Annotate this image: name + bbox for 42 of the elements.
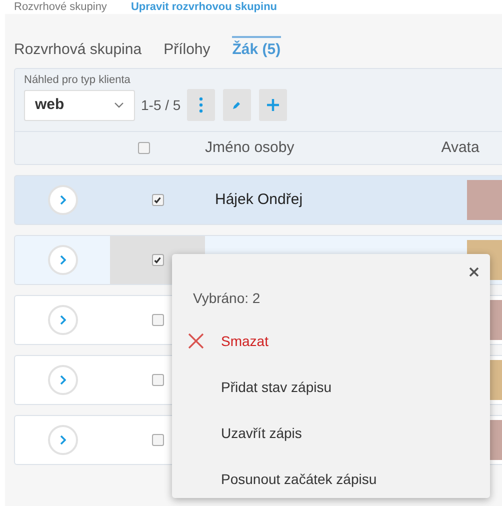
menu-item[interactable]: Posunout začátek zápisu [187,456,377,502]
pencil-icon [232,100,242,110]
edit-button[interactable] [222,89,251,121]
breadcrumb-item[interactable]: Rozvrhové skupiny [14,2,107,12]
chevron-right-icon [60,375,66,385]
expand-button[interactable] [48,305,78,335]
chevron-right-icon [60,435,66,445]
delete-icon [187,332,205,350]
selection-count: Vybráno: 2 [193,289,260,308]
add-button[interactable] [258,89,287,121]
close-button[interactable] [468,266,480,278]
chevron-right-icon [60,315,66,325]
person-name: Hájek Ondřej [215,191,303,208]
more-icon [198,97,203,113]
column-header: Avata [441,138,480,158]
tab[interactable]: Přílohy [164,36,210,60]
row-checkbox[interactable] [152,194,164,206]
more-button[interactable] [186,89,215,121]
table-row[interactable]: Hájek Ondřej [14,175,502,225]
menu-item[interactable]: Přidat stav zápisu [187,364,377,410]
select-all-checkbox[interactable] [138,142,150,154]
pagination-range: 1-5 / 5 [141,96,181,114]
chevron-right-icon [60,255,66,265]
column-header: Jméno osoby [205,138,294,158]
expand-button[interactable] [48,245,78,275]
expand-button[interactable] [48,185,78,215]
chevron-down-icon [114,102,124,108]
select-label: Náhled pro typ klienta [24,73,130,87]
close-icon [469,267,479,277]
chevron-right-icon [60,195,66,205]
row-checkbox[interactable] [152,374,164,386]
row-checkbox[interactable] [152,254,164,266]
row-checkbox[interactable] [152,314,164,326]
expand-button[interactable] [48,425,78,455]
plus-icon [266,98,280,112]
expand-button[interactable] [48,365,78,395]
tab[interactable]: Rozvrhová skupina [14,36,142,60]
menu-item[interactable]: Smazat [187,318,377,364]
client-type-select[interactable]: web [24,90,135,120]
menu-item[interactable]: Uzavřít zápis [187,410,377,456]
row-checkbox[interactable] [152,434,164,446]
photo-placeholder [467,180,502,220]
